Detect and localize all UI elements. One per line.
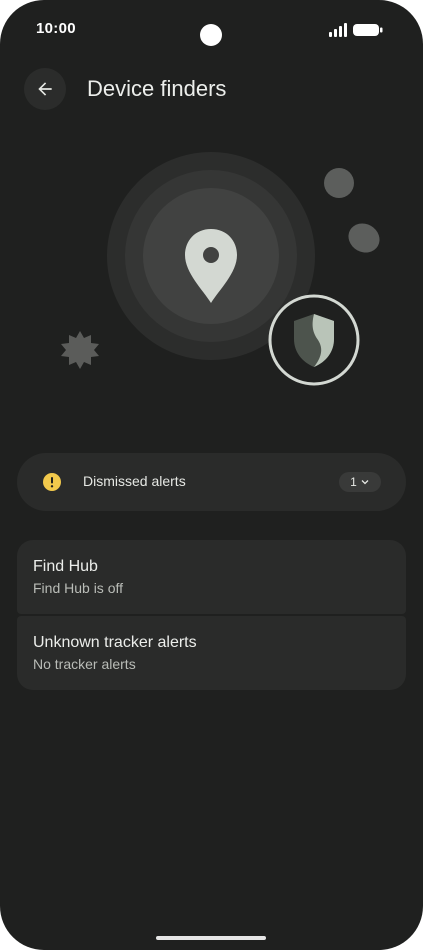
status-bar: 10:00 [0,0,423,60]
warning-icon [43,473,61,491]
status-time: 10:00 [36,20,76,37]
back-button[interactable] [24,68,66,110]
unknown-tracker-alerts-subtitle: No tracker alerts [33,656,136,672]
page-title: Device finders [87,76,227,101]
status-icons [329,23,383,37]
gear-burst-shape [61,331,99,369]
device-finder-illustration [61,152,380,386]
signal-icon [329,23,347,37]
floating-dot [324,168,354,198]
top-app-bar: Device finders [0,64,423,114]
settings-list: Find Hub Find Hub is off Unknown tracker… [17,540,406,690]
chevron-down-icon [361,480,369,485]
dismissed-alerts-row[interactable]: Dismissed alerts 1 [17,453,406,511]
dismissed-count-chip[interactable]: 1 [339,472,381,492]
back-arrow-icon [38,82,52,96]
find-hub-subtitle: Find Hub is off [33,580,124,596]
floating-pebble [348,223,380,253]
home-indicator[interactable] [156,936,266,940]
battery-icon [353,24,383,36]
dismissed-alerts-label: Dismissed alerts [83,473,186,489]
unknown-tracker-alerts-item[interactable]: Unknown tracker alerts No tracker alerts [17,616,406,690]
dismissed-count: 1 [350,475,357,489]
phone-screen: 10:00 Device finders Dismissed alerts 1 … [0,0,423,950]
camera-cutout [200,24,222,46]
unknown-tracker-alerts-title: Unknown tracker alerts [33,634,197,651]
find-hub-item[interactable]: Find Hub Find Hub is off [17,540,406,614]
find-hub-title: Find Hub [33,558,98,575]
